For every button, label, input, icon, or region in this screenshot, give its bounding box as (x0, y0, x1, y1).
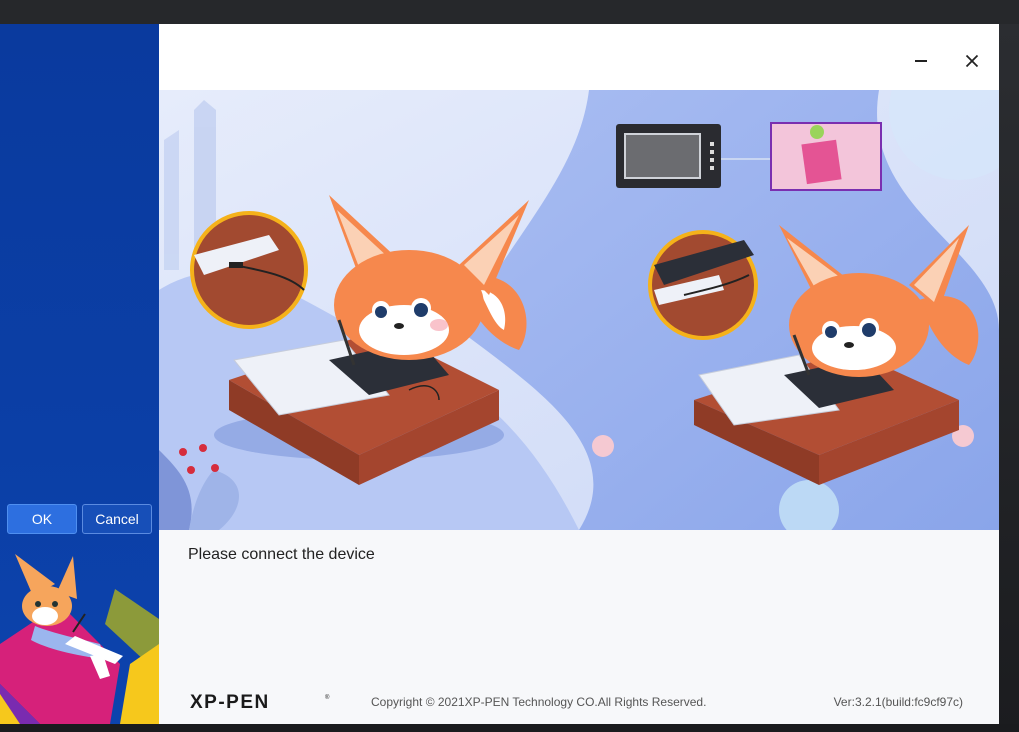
footer: XP-PEN ® Copyright © 2021XP-PEN Technolo… (159, 684, 999, 720)
desktop-background (999, 24, 1019, 732)
desktop-bottom-edge (0, 724, 1019, 732)
ok-button[interactable]: OK (7, 504, 77, 534)
mascot-fox-illustration (0, 554, 159, 724)
minimize-button[interactable] (906, 46, 936, 76)
svg-text:XP-PEN: XP-PEN (190, 692, 270, 712)
status-message: Please connect the device (188, 546, 375, 563)
xp-pen-logo: XP-PEN ® (190, 692, 330, 712)
minimize-icon (915, 60, 927, 62)
copyright-text: Copyright © 2021XP-PEN Technology CO.All… (371, 695, 707, 709)
svg-text:®: ® (325, 694, 330, 701)
title-bar (159, 24, 999, 90)
main-window: Please connect the device XP-PEN ® Copyr… (159, 24, 999, 724)
cancel-button[interactable]: Cancel (82, 504, 152, 534)
bubble-pink-1 (592, 435, 614, 457)
close-icon (965, 54, 979, 68)
left-sidebar-panel: OK Cancel (0, 24, 159, 724)
decor-stripe-yellow (120, 644, 159, 724)
desktop-top-bar (0, 0, 1019, 24)
connection-illustration (159, 90, 999, 530)
version-text: Ver:3.2.1(build:fc9cf97c) (833, 695, 963, 709)
close-button[interactable] (957, 46, 987, 76)
